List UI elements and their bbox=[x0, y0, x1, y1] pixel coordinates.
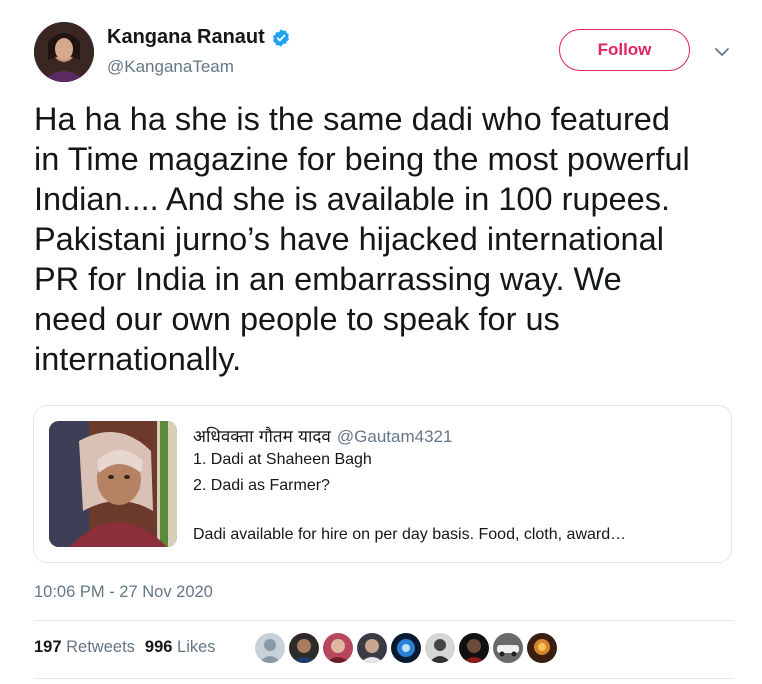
follow-button[interactable]: Follow bbox=[559, 29, 690, 71]
divider bbox=[34, 620, 734, 621]
verified-badge-icon bbox=[271, 28, 291, 48]
likers-avatars bbox=[255, 633, 557, 663]
liker-avatar[interactable] bbox=[425, 633, 455, 663]
liker-avatar[interactable] bbox=[357, 633, 387, 663]
likes-stat[interactable]: 996 Likes bbox=[145, 638, 216, 657]
author-name[interactable]: Kangana Ranaut bbox=[107, 26, 265, 49]
author-handle[interactable]: @KanganaTeam bbox=[107, 57, 234, 77]
quoted-author-handle[interactable]: @Gautam4321 bbox=[337, 427, 453, 446]
tweet-text: Ha ha ha she is the same dadi who featur… bbox=[34, 101, 690, 377]
quoted-author[interactable]: अधिवक्ता गौतम यादव @Gautam4321 bbox=[193, 424, 452, 447]
quoted-tweet-image[interactable] bbox=[49, 421, 177, 547]
liker-avatar[interactable] bbox=[493, 633, 523, 663]
liker-avatar[interactable] bbox=[391, 633, 421, 663]
quoted-tweet-card[interactable]: अधिवक्ता गौतम यादव @Gautam4321 1. Dadi at… bbox=[33, 405, 732, 563]
liker-avatar[interactable] bbox=[459, 633, 489, 663]
liker-avatar[interactable] bbox=[323, 633, 353, 663]
retweets-stat[interactable]: 197 Retweets bbox=[34, 638, 135, 657]
liker-avatar[interactable] bbox=[289, 633, 319, 663]
engagement-stats: 197 Retweets 996 Likes bbox=[34, 638, 216, 657]
liker-avatar[interactable] bbox=[255, 633, 285, 663]
divider bbox=[34, 678, 734, 679]
quoted-line-2: 2. Dadi as Farmer? bbox=[193, 477, 330, 494]
author-avatar[interactable] bbox=[34, 22, 94, 82]
tweet-timestamp[interactable]: 10:06 PM - 27 Nov 2020 bbox=[34, 583, 213, 602]
likes-count: 996 bbox=[144, 638, 173, 656]
retweets-count: 197 bbox=[34, 638, 62, 656]
quoted-author-name[interactable]: अधिवक्ता गौतम यादव bbox=[193, 427, 331, 447]
chevron-down-icon[interactable] bbox=[712, 42, 732, 62]
quoted-line-3: Dadi available for hire on per day basis… bbox=[193, 526, 627, 543]
retweets-label: Retweets bbox=[66, 638, 135, 656]
liker-avatar[interactable] bbox=[527, 633, 557, 663]
quoted-line-1: 1. Dadi at Shaheen Bagh bbox=[193, 451, 372, 468]
author-name-row[interactable]: Kangana Ranaut bbox=[107, 26, 291, 49]
likes-label: Likes bbox=[177, 638, 216, 656]
